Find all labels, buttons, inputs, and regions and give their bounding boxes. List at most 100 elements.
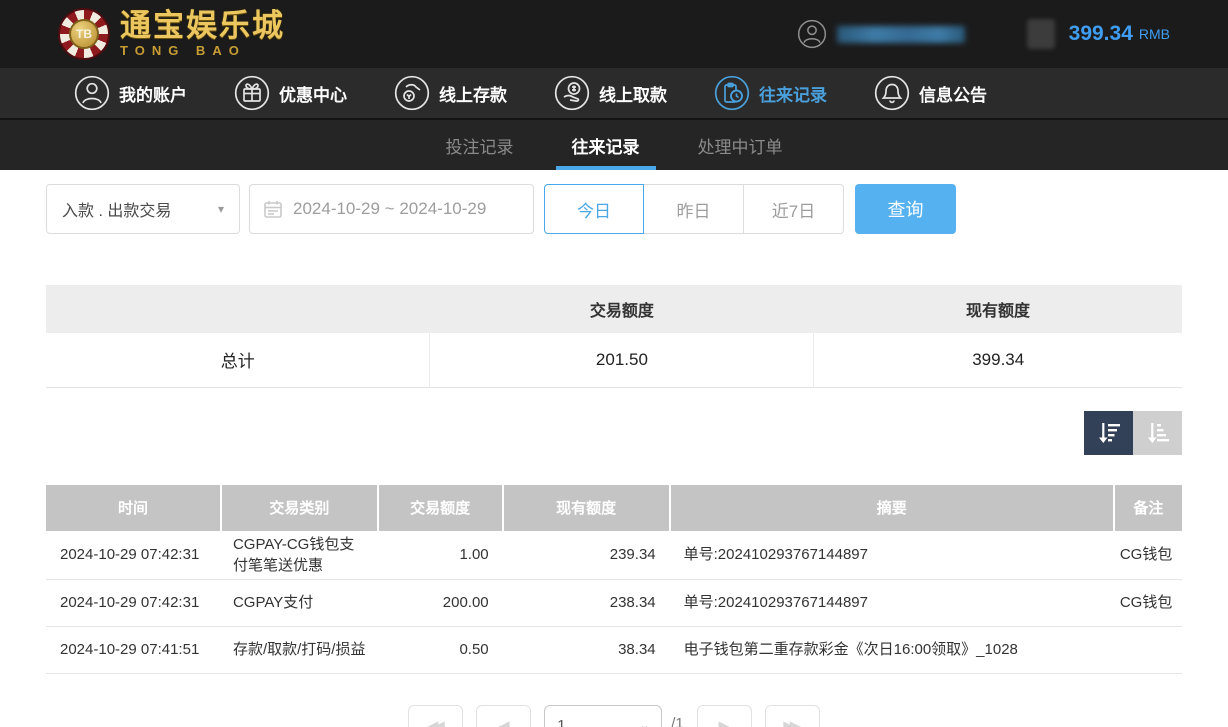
main-nav: 我的账户 优惠中心 线上存款 线上取款 往来记录 信息公告: [0, 68, 1228, 120]
yesterday-button[interactable]: 昨日: [644, 184, 744, 234]
nav-label: 优惠中心: [279, 81, 347, 106]
cell-category: CGPAY-CG钱包支付笔笔送优惠: [221, 531, 378, 580]
withdraw-icon: [554, 75, 590, 111]
cell-time: 2024-10-29 07:42:31: [46, 579, 221, 626]
prev-page-button[interactable]: ◀: [476, 705, 531, 727]
tab-label: 往来记录: [572, 133, 640, 158]
sort-ascending-button[interactable]: [1133, 411, 1182, 455]
records-icon: [714, 75, 750, 111]
page-number-select[interactable]: 1 ⌄: [544, 705, 662, 727]
casino-chip-icon: TB: [58, 8, 110, 60]
date-range-picker[interactable]: 2024-10-29 ~ 2024-10-29: [249, 184, 534, 234]
cell-amount: 200.00: [378, 579, 503, 626]
summary-total-label: 总计: [46, 333, 430, 387]
table-row: 2024-10-29 07:42:31 CGPAY支付 200.00 238.3…: [46, 579, 1182, 626]
cell-time: 2024-10-29 07:42:31: [46, 531, 221, 580]
cell-summary: 单号:202410293767144897: [670, 531, 1114, 580]
col-summary: 摘要: [670, 485, 1114, 531]
bell-icon: [874, 75, 910, 111]
sort-descending-icon: [1096, 420, 1122, 446]
search-button[interactable]: 查询: [855, 184, 956, 234]
site-logo[interactable]: TB 通宝娱乐城 TONG BAO: [58, 8, 285, 60]
chevron-down-icon: ⌄: [640, 719, 649, 727]
nav-item-withdraw[interactable]: 线上取款: [554, 75, 667, 111]
col-balance: 现有额度: [503, 485, 670, 531]
summary-balance-total: 399.34: [814, 333, 1182, 387]
wallet-icon[interactable]: [1027, 19, 1055, 49]
summary-total-row: 总计 201.50 399.34: [46, 333, 1182, 387]
col-amount: 交易额度: [378, 485, 503, 531]
double-right-arrow-icon: ▶▶: [783, 717, 801, 727]
cell-category: 存款/取款/打码/损益: [221, 626, 378, 673]
cell-balance: 239.34: [503, 531, 670, 580]
username-redacted[interactable]: [837, 26, 965, 43]
summary-header-trade: 交易额度: [430, 285, 814, 333]
cell-balance: 38.34: [503, 626, 670, 673]
tab-transaction-records[interactable]: 往来记录: [566, 120, 646, 170]
filter-bar: 入款 . 出款交易 ▾ 2024-10-29 ~ 2024-10-29 今日 昨…: [46, 184, 1182, 234]
nav-item-announcements[interactable]: 信息公告: [874, 75, 987, 111]
transaction-type-select[interactable]: 入款 . 出款交易 ▾: [46, 184, 240, 234]
summary-header-empty: [46, 285, 430, 333]
cell-time: 2024-10-29 07:41:51: [46, 626, 221, 673]
nav-item-my-account[interactable]: 我的账户: [74, 75, 187, 111]
record-tabs: 投注记录 往来记录 处理中订单: [0, 120, 1228, 170]
logo-subtitle: TONG BAO: [120, 43, 285, 58]
summary-trade-total: 201.50: [430, 333, 814, 387]
calendar-icon: [263, 199, 283, 219]
cell-balance: 238.34: [503, 579, 670, 626]
cell-amount: 1.00: [378, 531, 503, 580]
tab-pending-orders[interactable]: 处理中订单: [692, 120, 789, 170]
tab-betting-records[interactable]: 投注记录: [440, 120, 520, 170]
quick-date-group: 今日 昨日 近7日: [544, 184, 844, 234]
deposit-icon: [394, 75, 430, 111]
double-left-arrow-icon: ◀◀: [427, 717, 445, 727]
col-category: 交易类别: [221, 485, 378, 531]
transaction-type-value: 入款 . 出款交易: [62, 197, 171, 221]
balance-amount: 399.34: [1069, 22, 1133, 46]
chip-monogram: TB: [69, 19, 99, 49]
date-range-value: 2024-10-29 ~ 2024-10-29: [293, 199, 486, 219]
col-note: 备注: [1114, 485, 1182, 531]
logo-title: 通宝娱乐城: [120, 10, 285, 41]
gift-icon: [234, 75, 270, 111]
table-row: 2024-10-29 07:42:31 CGPAY-CG钱包支付笔笔送优惠 1.…: [46, 531, 1182, 580]
cell-amount: 0.50: [378, 626, 503, 673]
nav-item-transaction-records[interactable]: 往来记录: [714, 75, 827, 111]
cell-summary: 单号:202410293767144897: [670, 579, 1114, 626]
nav-item-promotions[interactable]: 优惠中心: [234, 75, 347, 111]
pagination: ◀◀ ◀ 1 ⌄ /1 ▶ ▶▶: [0, 705, 1228, 727]
col-time: 时间: [46, 485, 221, 531]
cell-category: CGPAY支付: [221, 579, 378, 626]
last7days-button[interactable]: 近7日: [744, 184, 844, 234]
table-row: 2024-10-29 07:41:51 存款/取款/打码/损益 0.50 38.…: [46, 626, 1182, 673]
site-header: TB 通宝娱乐城 TONG BAO 399.34 RMB: [0, 0, 1228, 68]
tab-label: 处理中订单: [698, 133, 783, 158]
nav-label: 线上存款: [439, 81, 507, 106]
user-icon: [74, 75, 110, 111]
next-page-button[interactable]: ▶: [697, 705, 752, 727]
current-page-value: 1: [557, 717, 565, 727]
summary-table: 交易额度 现有额度 总计 201.50 399.34: [46, 285, 1182, 388]
sort-descending-button[interactable]: [1084, 411, 1133, 455]
first-page-button[interactable]: ◀◀: [408, 705, 463, 727]
cell-note: [1114, 626, 1182, 673]
last-page-button[interactable]: ▶▶: [765, 705, 820, 727]
nav-item-deposit[interactable]: 线上存款: [394, 75, 507, 111]
caret-down-icon: ▾: [218, 202, 224, 216]
account-avatar-icon[interactable]: [797, 19, 827, 49]
total-pages-label: /1: [671, 705, 684, 727]
cell-summary: 电子钱包第二重存款彩金《次日16:00领取》_1028: [670, 626, 1114, 673]
nav-label: 往来记录: [759, 81, 827, 106]
today-button[interactable]: 今日: [544, 184, 644, 234]
right-arrow-icon: ▶: [718, 717, 730, 727]
cell-note: CG钱包: [1114, 579, 1182, 626]
nav-label: 信息公告: [919, 81, 987, 106]
sort-controls: [46, 411, 1182, 455]
cell-note: CG钱包: [1114, 531, 1182, 580]
transactions-table: 时间 交易类别 交易额度 现有额度 摘要 备注 2024-10-29 07:42…: [46, 485, 1182, 674]
sort-ascending-icon: [1145, 420, 1171, 446]
nav-label: 我的账户: [119, 81, 187, 106]
left-arrow-icon: ◀: [498, 717, 510, 727]
nav-label: 线上取款: [599, 81, 667, 106]
